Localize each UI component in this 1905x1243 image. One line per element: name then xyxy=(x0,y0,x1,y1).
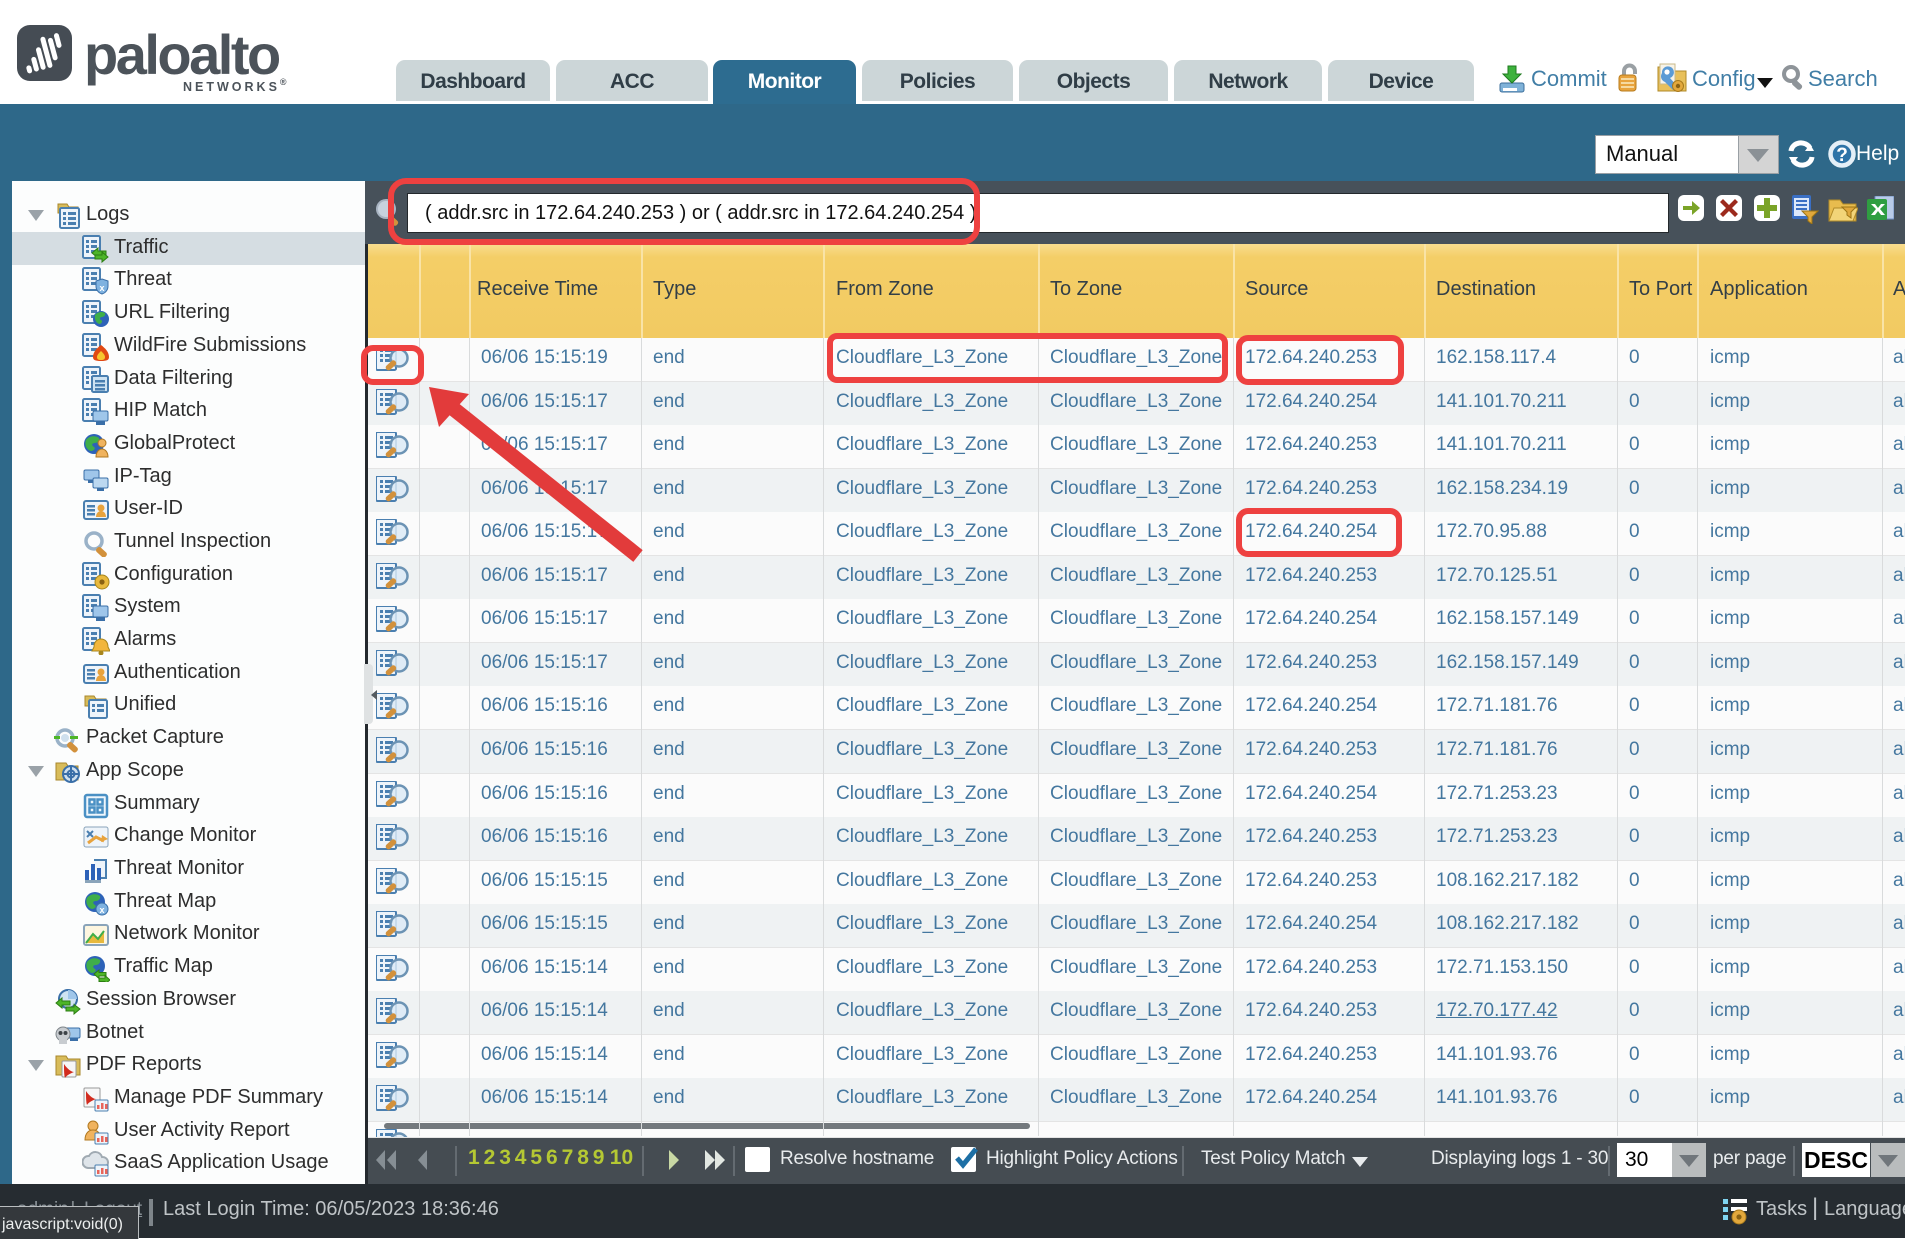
svg-text:x: x xyxy=(99,283,104,293)
svg-text:?: ? xyxy=(1836,145,1848,166)
svg-text:x: x xyxy=(99,905,104,915)
